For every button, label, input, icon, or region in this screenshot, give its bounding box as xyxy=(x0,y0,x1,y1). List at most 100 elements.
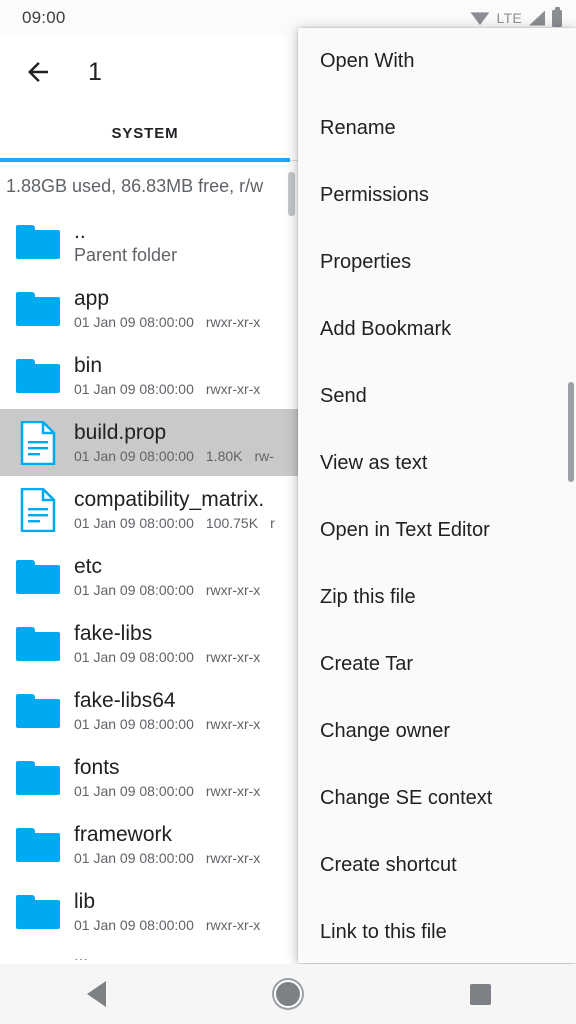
file-meta: 01 Jan 09 08:00:00rwxr-xr-x xyxy=(74,848,260,868)
file-texts: fake-libs6401 Jan 09 08:00:00 rwxr-xr-x xyxy=(74,688,260,734)
context-menu-item[interactable]: View as text xyxy=(298,430,576,497)
file-texts: lib01 Jan 09 08:00:00 rwxr-xr-x xyxy=(74,889,260,935)
file-row[interactable]: bin01 Jan 09 08:00:00rwxr-xr-x xyxy=(0,342,300,409)
file-name: etc xyxy=(74,554,260,580)
file-permissions: rwxr-xr-x xyxy=(206,312,260,332)
file-row[interactable]: fake-libs6401 Jan 09 08:00:00 rwxr-xr-x xyxy=(0,677,300,744)
file-date: 01 Jan 09 08:00:00 xyxy=(74,714,194,734)
file-texts: etc01 Jan 09 08:00:00rwxr-xr-x xyxy=(74,554,260,600)
file-date: 01 Jan 09 08:00:00 xyxy=(74,781,194,801)
file-icon-wrap xyxy=(12,694,64,728)
app-root: 09:00 LTE 1 SYSTEM xyxy=(0,0,576,1024)
file-permissions: rwxr-xr-x xyxy=(206,915,260,935)
folder-icon xyxy=(16,225,60,259)
nav-home-button[interactable] xyxy=(192,982,384,1006)
file-icon-wrap xyxy=(12,292,64,326)
file-permissions: rwxr-xr-x xyxy=(206,379,260,399)
folder-icon xyxy=(16,895,60,929)
file-date: 01 Jan 09 08:00:00 xyxy=(74,915,194,935)
context-menu-item[interactable]: Create shortcut xyxy=(298,832,576,899)
folder-icon xyxy=(16,560,60,594)
file-icon-wrap xyxy=(12,225,64,259)
file-permissions: rwxr-xr-x xyxy=(206,714,260,734)
file-meta: 01 Jan 09 08:00:001.80Krw- xyxy=(74,446,274,466)
context-menu-item[interactable]: Change owner xyxy=(298,698,576,765)
file-row[interactable]: lib6401 Jan 09 08:00:00rwxr-xr-x xyxy=(0,945,300,960)
file-texts: bin01 Jan 09 08:00:00rwxr-xr-x xyxy=(74,353,260,399)
file-list[interactable]: ..Parent folderapp01 Jan 09 08:00:00rwxr… xyxy=(0,208,300,960)
file-meta: 01 Jan 09 08:00:00 rwxr-xr-x xyxy=(74,312,260,332)
file-date: 01 Jan 09 08:00:00 xyxy=(74,312,194,332)
context-menu[interactable]: Open WithRenamePermissionsPropertiesAdd … xyxy=(298,28,576,963)
file-icon-wrap xyxy=(12,828,64,862)
file-row[interactable]: build.prop01 Jan 09 08:00:001.80Krw- xyxy=(0,409,300,476)
nav-recents-button[interactable] xyxy=(384,984,576,1005)
file-name: fake-libs xyxy=(74,621,260,647)
context-menu-scrollbar[interactable] xyxy=(568,382,574,482)
file-texts: fonts01 Jan 09 08:00:00rwxr-xr-x xyxy=(74,755,260,801)
file-row[interactable]: fonts01 Jan 09 08:00:00rwxr-xr-x xyxy=(0,744,300,811)
context-menu-item[interactable]: Create Tar xyxy=(298,631,576,698)
file-texts: ..Parent folder xyxy=(74,219,177,265)
file-meta: 01 Jan 09 08:00:00100.75Kr xyxy=(74,513,275,533)
file-meta: 01 Jan 09 08:00:00rwxr-xr-x xyxy=(74,580,260,600)
file-meta: 01 Jan 09 08:00:00 rwxr-xr-x xyxy=(74,714,260,734)
status-clock: 09:00 xyxy=(22,8,66,28)
file-name: build.prop xyxy=(74,420,274,446)
file-name: lib64 xyxy=(74,956,260,961)
context-menu-item[interactable]: Link to this file xyxy=(298,899,576,963)
file-list-scrollbar[interactable] xyxy=(288,172,295,216)
context-menu-item[interactable]: Send xyxy=(298,363,576,430)
storage-info-label: 1.88GB used, 86.83MB free, r/w xyxy=(6,176,263,197)
file-meta: Parent folder xyxy=(74,245,177,265)
file-row[interactable]: framework01 Jan 09 08:00:00rwxr-xr-x xyxy=(0,811,300,878)
network-type-label: LTE xyxy=(496,10,522,26)
wifi-icon xyxy=(470,11,489,25)
document-icon xyxy=(20,421,56,465)
context-menu-item[interactable]: Permissions xyxy=(298,162,576,229)
folder-icon xyxy=(16,694,60,728)
file-texts: framework01 Jan 09 08:00:00rwxr-xr-x xyxy=(74,822,260,868)
system-navigation-bar xyxy=(0,964,576,1024)
context-menu-item[interactable]: Open With xyxy=(298,28,576,95)
file-row[interactable]: compatibility_matrix.01 Jan 09 08:00:001… xyxy=(0,476,300,543)
file-row[interactable]: ..Parent folder xyxy=(0,208,300,275)
file-permissions: r xyxy=(270,513,275,533)
folder-icon xyxy=(16,627,60,661)
nav-back-button[interactable] xyxy=(0,981,192,1007)
context-menu-item[interactable]: Add Bookmark xyxy=(298,296,576,363)
context-menu-item[interactable]: Change SE context xyxy=(298,765,576,832)
file-name: lib xyxy=(74,889,260,915)
folder-icon xyxy=(16,828,60,862)
file-row[interactable]: lib01 Jan 09 08:00:00 rwxr-xr-x xyxy=(0,878,300,945)
context-menu-item[interactable]: Zip this file xyxy=(298,564,576,631)
file-row[interactable]: etc01 Jan 09 08:00:00rwxr-xr-x xyxy=(0,543,300,610)
file-icon-wrap xyxy=(12,421,64,465)
file-name: fake-libs64 xyxy=(74,688,260,714)
file-date: 01 Jan 09 08:00:00 xyxy=(74,647,194,667)
back-arrow-icon xyxy=(23,57,53,87)
file-meta: 01 Jan 09 08:00:00rwxr-xr-x xyxy=(74,647,260,667)
nav-back-icon xyxy=(87,981,106,1007)
file-name: app xyxy=(74,286,260,312)
file-name: fonts xyxy=(74,755,260,781)
file-meta: 01 Jan 09 08:00:00rwxr-xr-x xyxy=(74,781,260,801)
file-date: 01 Jan 09 08:00:00 xyxy=(74,513,194,533)
context-menu-item[interactable]: Rename xyxy=(298,95,576,162)
file-icon-wrap xyxy=(12,359,64,393)
file-texts: fake-libs01 Jan 09 08:00:00rwxr-xr-x xyxy=(74,621,260,667)
back-button[interactable] xyxy=(10,44,66,100)
file-texts: app01 Jan 09 08:00:00 rwxr-xr-x xyxy=(74,286,260,332)
file-date: 01 Jan 09 08:00:00 xyxy=(74,446,194,466)
file-meta: 01 Jan 09 08:00:00 rwxr-xr-x xyxy=(74,915,260,935)
tab-system[interactable]: SYSTEM xyxy=(0,108,290,159)
file-row[interactable]: fake-libs01 Jan 09 08:00:00rwxr-xr-x xyxy=(0,610,300,677)
file-permissions: rwxr-xr-x xyxy=(206,848,260,868)
file-row[interactable]: app01 Jan 09 08:00:00 rwxr-xr-x xyxy=(0,275,300,342)
context-menu-item[interactable]: Properties xyxy=(298,229,576,296)
file-size: 1.80K xyxy=(206,446,243,466)
nav-recents-icon xyxy=(470,984,491,1005)
context-menu-item[interactable]: Open in Text Editor xyxy=(298,497,576,564)
file-texts: lib6401 Jan 09 08:00:00rwxr-xr-x xyxy=(74,956,260,961)
file-name: framework xyxy=(74,822,260,848)
